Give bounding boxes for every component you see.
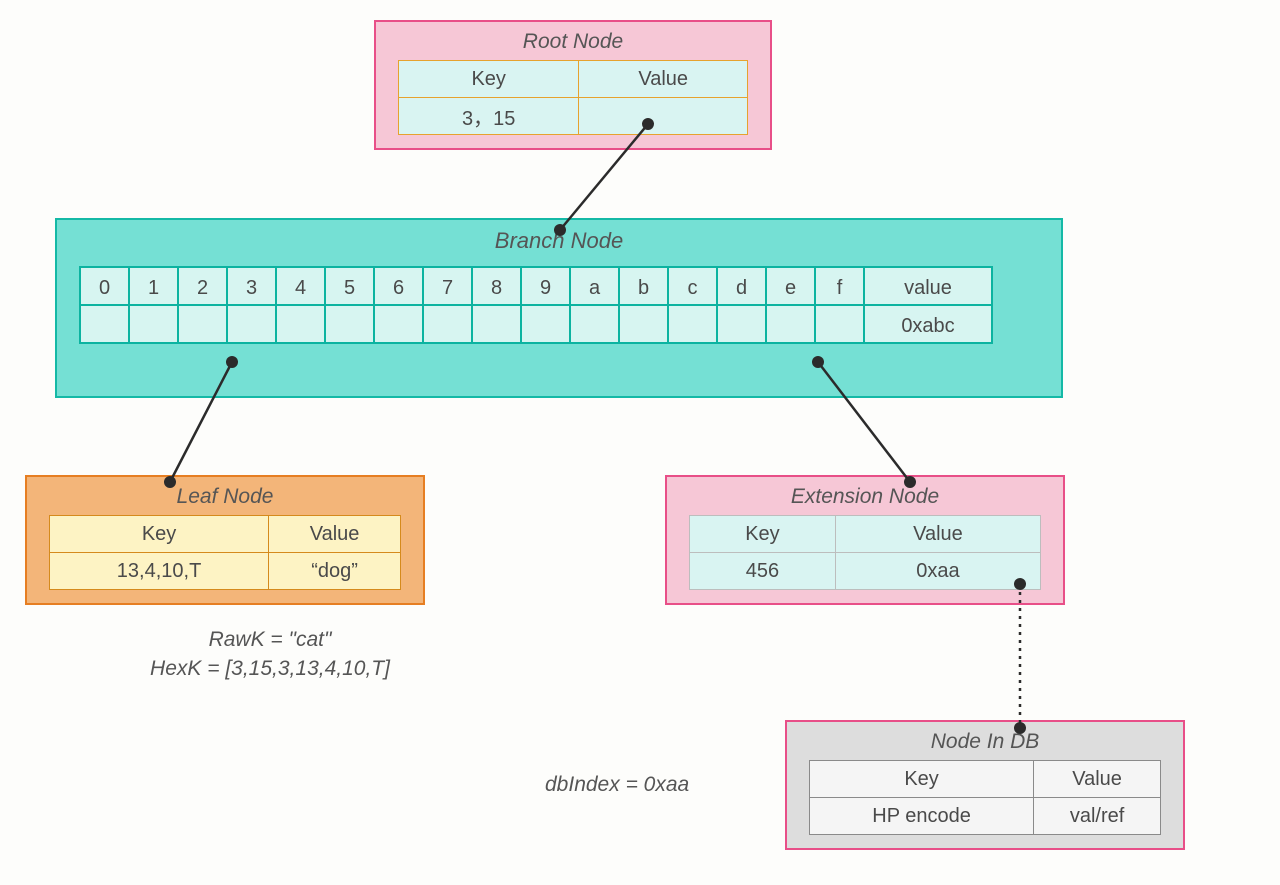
branch-cell-7: 7 bbox=[422, 266, 473, 344]
branch-value-9 bbox=[520, 304, 571, 344]
branch-value-c bbox=[667, 304, 718, 344]
branch-cell-value: value0xabc bbox=[863, 266, 993, 344]
annotation-rawk: RawK = "cat" bbox=[110, 625, 430, 654]
ext-key-header: Key bbox=[690, 516, 836, 553]
branch-cell-a: a bbox=[569, 266, 620, 344]
branch-cell-b: b bbox=[618, 266, 669, 344]
leaf-value-header: Value bbox=[269, 516, 401, 553]
leaf-node: Leaf Node Key Value 13,4,10,T “dog” bbox=[25, 475, 425, 605]
branch-cell-d: d bbox=[716, 266, 767, 344]
branch-cell-0: 0 bbox=[79, 266, 130, 344]
branch-value-3 bbox=[226, 304, 277, 344]
branch-value-d bbox=[716, 304, 767, 344]
db-value-cell: val/ref bbox=[1034, 798, 1161, 835]
branch-header-6: 6 bbox=[373, 266, 424, 306]
branch-header-9: 9 bbox=[520, 266, 571, 306]
db-node-title: Node In DB bbox=[809, 730, 1161, 754]
branch-cell-4: 4 bbox=[275, 266, 326, 344]
ext-value-header: Value bbox=[835, 516, 1040, 553]
branch-cell-1: 1 bbox=[128, 266, 179, 344]
branch-header-c: c bbox=[667, 266, 718, 306]
leaf-value-cell: “dog” bbox=[269, 553, 401, 590]
db-key-cell: HP encode bbox=[810, 798, 1034, 835]
db-node-table: Key Value HP encode val/ref bbox=[809, 760, 1161, 835]
extension-node-table: Key Value 456 0xaa bbox=[689, 515, 1041, 590]
db-node: Node In DB Key Value HP encode val/ref bbox=[785, 720, 1185, 850]
root-key-cell: 3，15 bbox=[399, 98, 579, 135]
extension-node-title: Extension Node bbox=[689, 485, 1041, 509]
branch-value-value: 0xabc bbox=[863, 304, 993, 344]
branch-value-b bbox=[618, 304, 669, 344]
branch-value-6 bbox=[373, 304, 424, 344]
leaf-key-header: Key bbox=[50, 516, 269, 553]
branch-header-e: e bbox=[765, 266, 816, 306]
branch-cell-f: f bbox=[814, 266, 865, 344]
branch-header-a: a bbox=[569, 266, 620, 306]
branch-header-d: d bbox=[716, 266, 767, 306]
branch-cell-3: 3 bbox=[226, 266, 277, 344]
branch-value-8 bbox=[471, 304, 522, 344]
branch-value-0 bbox=[79, 304, 130, 344]
root-value-header: Value bbox=[579, 61, 748, 98]
branch-value-1 bbox=[128, 304, 179, 344]
leaf-key-cell: 13,4,10,T bbox=[50, 553, 269, 590]
root-node-table: Key Value 3，15 bbox=[398, 60, 748, 135]
branch-cell-e: e bbox=[765, 266, 816, 344]
branch-node: Branch Node 0123456789abcdefvalue0xabc bbox=[55, 218, 1063, 398]
branch-value-5 bbox=[324, 304, 375, 344]
root-value-cell bbox=[579, 98, 748, 135]
branch-header-3: 3 bbox=[226, 266, 277, 306]
branch-cell-9: 9 bbox=[520, 266, 571, 344]
branch-row: 0123456789abcdefvalue0xabc bbox=[79, 266, 1039, 344]
branch-header-0: 0 bbox=[79, 266, 130, 306]
db-value-header: Value bbox=[1034, 761, 1161, 798]
branch-cell-2: 2 bbox=[177, 266, 228, 344]
branch-cell-6: 6 bbox=[373, 266, 424, 344]
annotation-hexk: HexK = [3,15,3,13,4,10,T] bbox=[110, 654, 430, 683]
branch-header-b: b bbox=[618, 266, 669, 306]
branch-header-5: 5 bbox=[324, 266, 375, 306]
branch-value-f bbox=[814, 304, 865, 344]
branch-header-1: 1 bbox=[128, 266, 179, 306]
branch-value-a bbox=[569, 304, 620, 344]
branch-header-f: f bbox=[814, 266, 865, 306]
ext-value-cell: 0xaa bbox=[835, 553, 1040, 590]
branch-header-8: 8 bbox=[471, 266, 522, 306]
leaf-node-title: Leaf Node bbox=[49, 485, 401, 509]
branch-cell-8: 8 bbox=[471, 266, 522, 344]
branch-header-2: 2 bbox=[177, 266, 228, 306]
branch-header-4: 4 bbox=[275, 266, 326, 306]
branch-value-7 bbox=[422, 304, 473, 344]
root-key-header: Key bbox=[399, 61, 579, 98]
ext-key-cell: 456 bbox=[690, 553, 836, 590]
branch-cell-c: c bbox=[667, 266, 718, 344]
root-node: Root Node Key Value 3，15 bbox=[374, 20, 772, 150]
branch-header-value: value bbox=[863, 266, 993, 306]
annotation-dbindex: dbIndex = 0xaa bbox=[545, 770, 689, 799]
branch-node-title: Branch Node bbox=[79, 228, 1039, 254]
root-node-title: Root Node bbox=[398, 30, 748, 54]
branch-header-7: 7 bbox=[422, 266, 473, 306]
leaf-node-table: Key Value 13,4,10,T “dog” bbox=[49, 515, 401, 590]
branch-value-4 bbox=[275, 304, 326, 344]
branch-cell-5: 5 bbox=[324, 266, 375, 344]
db-key-header: Key bbox=[810, 761, 1034, 798]
extension-node: Extension Node Key Value 456 0xaa bbox=[665, 475, 1065, 605]
branch-value-e bbox=[765, 304, 816, 344]
branch-value-2 bbox=[177, 304, 228, 344]
annotation-rawk-hexk: RawK = "cat" HexK = [3,15,3,13,4,10,T] bbox=[110, 625, 430, 684]
